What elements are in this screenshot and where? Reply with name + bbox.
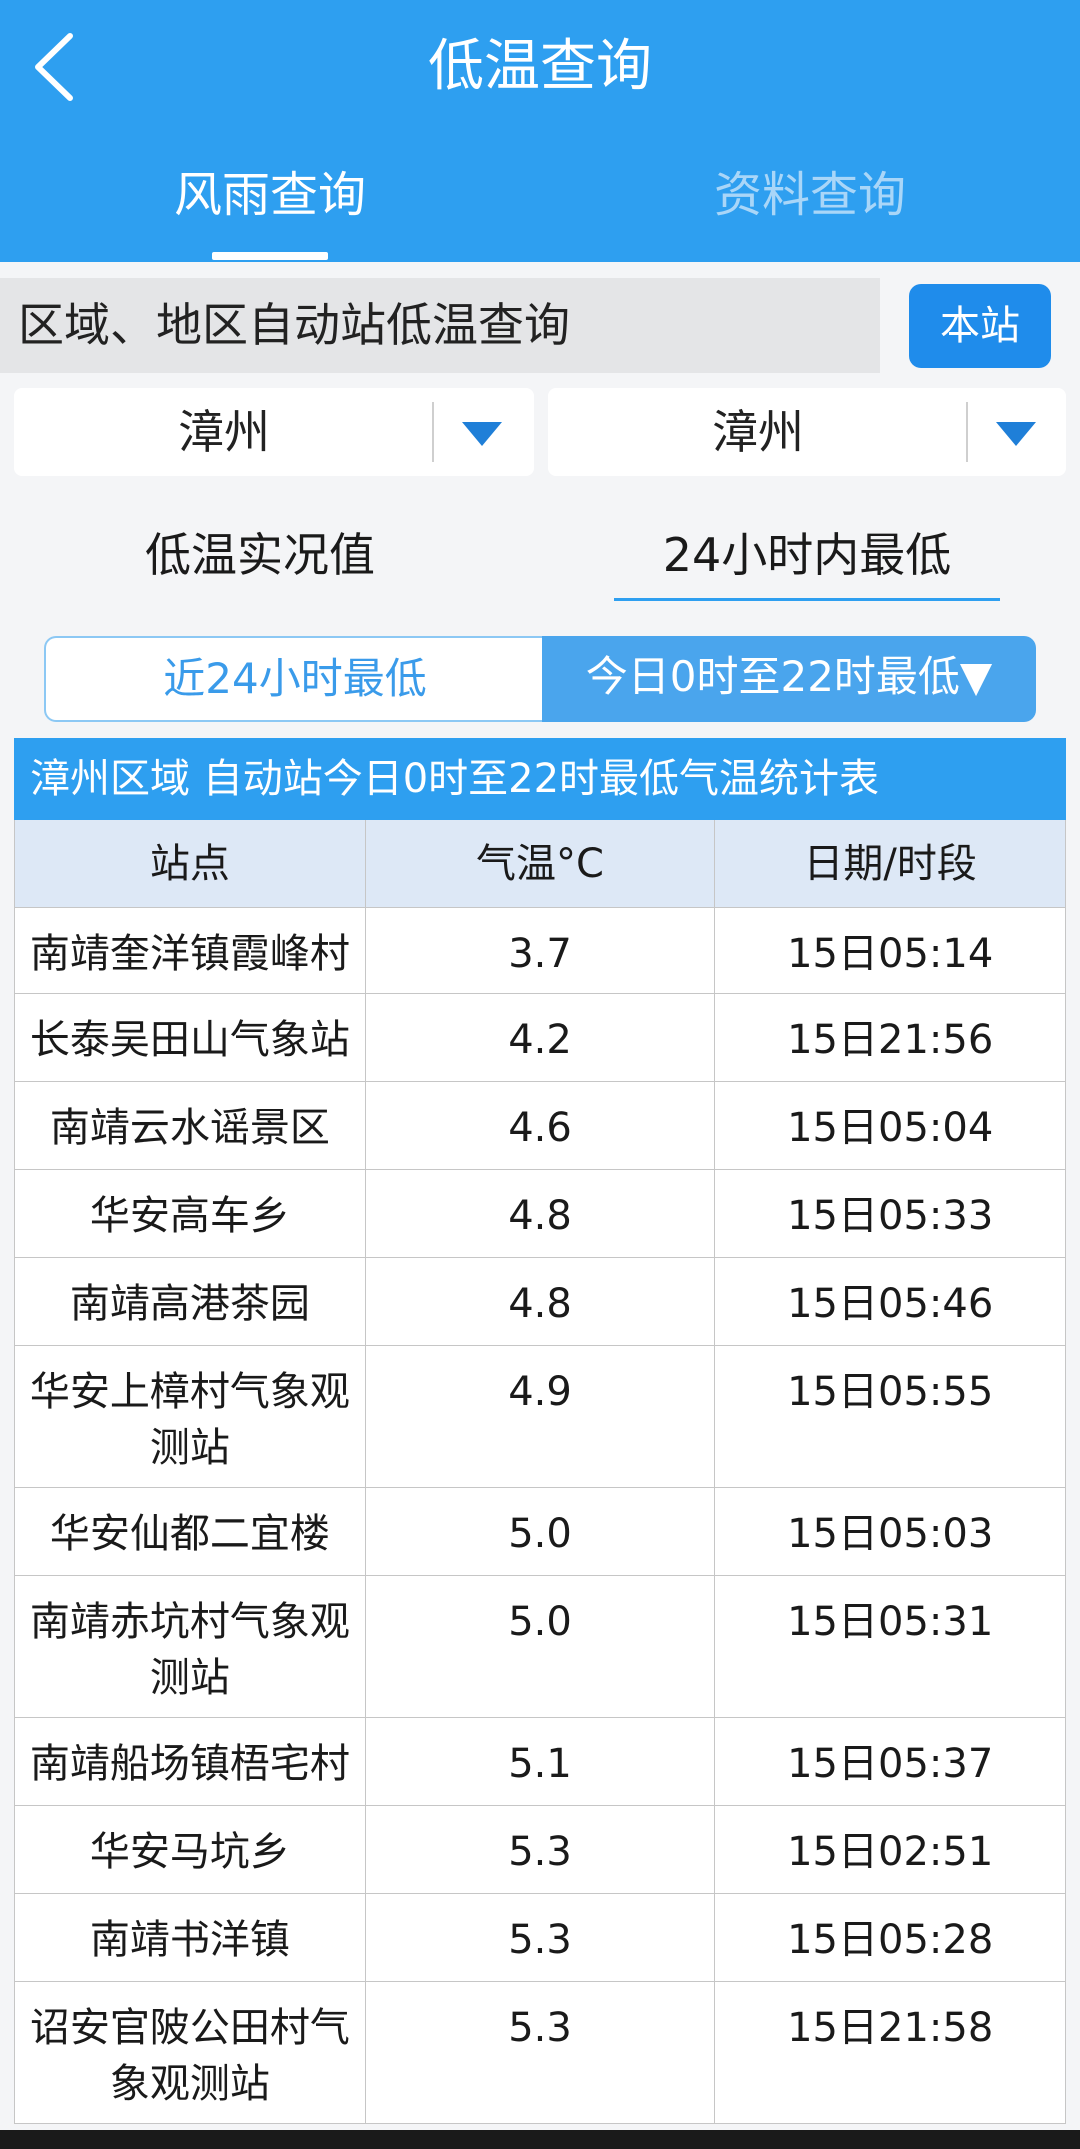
- datetime-cell: 15日05:04: [715, 1082, 1067, 1169]
- temperature-cell: 4.9: [366, 1346, 716, 1487]
- station-cell: 华安上樟村气象观测站: [15, 1346, 366, 1487]
- table-row[interactable]: 南靖奎洋镇霞峰村 3.7 15日05:14: [15, 908, 1067, 994]
- datetime-cell: 15日05:14: [715, 908, 1067, 993]
- temperature-cell: 5.1: [366, 1718, 716, 1805]
- temperature-cell: 4.8: [366, 1258, 716, 1345]
- station-cell: 华安仙都二宜楼: [15, 1488, 366, 1575]
- station-cell: 南靖奎洋镇霞峰村: [15, 908, 366, 993]
- temperature-cell: 4.6: [366, 1082, 716, 1169]
- station-cell: 南靖云水谣景区: [15, 1082, 366, 1169]
- temperature-cell: 5.3: [366, 1894, 716, 1981]
- dropdown-arrow-icon: [996, 422, 1036, 446]
- datetime-cell: 15日05:31: [715, 1576, 1067, 1717]
- temperature-cell: 4.2: [366, 994, 716, 1081]
- temperature-cell: 3.7: [366, 908, 716, 993]
- temperature-cell: 5.0: [366, 1488, 716, 1575]
- table-caption: 漳州区域 自动站今日0时至22时最低气温统计表: [14, 738, 1066, 820]
- station-cell: 诏安官陂公田村气象观测站: [15, 1982, 366, 2123]
- table-body: 南靖奎洋镇霞峰村 3.7 15日05:14 长泰吴田山气象站 4.2 15日21:56 南靖…: [15, 908, 1067, 2124]
- datetime-cell: 15日21:58: [715, 1982, 1067, 2123]
- datetime-cell: 15日05:37: [715, 1718, 1067, 1805]
- station-cell: 南靖赤坑村气象观测站: [15, 1576, 366, 1717]
- table-row[interactable]: 南靖书洋镇 5.3 15日05:28: [15, 1894, 1067, 1982]
- tab-data-query[interactable]: 资料查询: [660, 150, 960, 240]
- temperature-cell: 5.3: [366, 1982, 716, 2123]
- tab-realtime-low[interactable]: 低温实况值: [110, 510, 410, 600]
- station-cell: 南靖高港茶园: [15, 1258, 366, 1345]
- table-row[interactable]: 南靖赤坑村气象观测站 5.0 15日05:31: [15, 1576, 1067, 1718]
- local-station-button[interactable]: 本站: [909, 284, 1051, 368]
- tab-weather-query[interactable]: 风雨查询: [120, 150, 420, 240]
- datetime-cell: 15日05:33: [715, 1170, 1067, 1257]
- region-select-value: 漳州: [178, 405, 270, 459]
- station-cell: 南靖书洋镇: [15, 1894, 366, 1981]
- datetime-cell: 15日02:51: [715, 1806, 1067, 1893]
- table-header-row: 站点 气温°C 日期/时段: [15, 820, 1067, 908]
- datetime-cell: 15日05:28: [715, 1894, 1067, 1981]
- datetime-cell: 15日05:46: [715, 1258, 1067, 1345]
- page-title: 低温查询: [428, 34, 652, 99]
- app-header: 低温查询 风雨查询 资料查询: [0, 0, 1080, 262]
- station-cell: 华安马坑乡: [15, 1806, 366, 1893]
- temperature-cell: 5.3: [366, 1806, 716, 1893]
- select-divider: [966, 402, 968, 462]
- table-row[interactable]: 诏安官陂公田村气象观测站 5.3 15日21:58: [15, 1982, 1067, 2124]
- table-row[interactable]: 华安马坑乡 5.3 15日02:51: [15, 1806, 1067, 1894]
- station-cell: 华安高车乡: [15, 1170, 366, 1257]
- query-title-bar: 区域、地区自动站低温查询: [0, 278, 880, 373]
- query-label: 区域、地区自动站低温查询: [18, 298, 570, 352]
- region-select[interactable]: 漳州: [14, 388, 534, 476]
- table-row[interactable]: 南靖船场镇梧宅村 5.1 15日05:37: [15, 1718, 1067, 1806]
- tab-24h-min[interactable]: 24小时内最低: [614, 510, 1000, 600]
- station-cell: 长泰吴田山气象站: [15, 994, 366, 1081]
- select-divider: [432, 402, 434, 462]
- segment-today-0-22-min[interactable]: 今日0时至22时最低▼: [542, 636, 1036, 722]
- system-nav-bar: [0, 2130, 1080, 2149]
- table-row[interactable]: 华安仙都二宜楼 5.0 15日05:03: [15, 1488, 1067, 1576]
- table-row[interactable]: 华安高车乡 4.8 15日05:33: [15, 1170, 1067, 1258]
- table-row[interactable]: 华安上樟村气象观测站 4.9 15日05:55: [15, 1346, 1067, 1488]
- column-header-datetime: 日期/时段: [715, 820, 1067, 907]
- temperature-cell: 4.8: [366, 1170, 716, 1257]
- table-row[interactable]: 南靖云水谣景区 4.6 15日05:04: [15, 1082, 1067, 1170]
- area-select[interactable]: 漳州: [548, 388, 1066, 476]
- low-temp-table: 站点 气温°C 日期/时段 南靖奎洋镇霞峰村 3.7 15日05:14 长泰吴田山气象…: [14, 820, 1067, 2124]
- segment-last-24h-min[interactable]: 近24小时最低: [44, 636, 544, 722]
- dropdown-arrow-icon: [462, 422, 502, 446]
- datetime-cell: 15日21:56: [715, 994, 1067, 1081]
- option-tab-indicator: [614, 598, 1000, 601]
- station-cell: 南靖船场镇梧宅村: [15, 1718, 366, 1805]
- area-select-value: 漳州: [712, 405, 804, 459]
- active-tab-indicator: [212, 252, 328, 260]
- datetime-cell: 15日05:55: [715, 1346, 1067, 1487]
- table-row[interactable]: 长泰吴田山气象站 4.2 15日21:56: [15, 994, 1067, 1082]
- column-header-temperature: 气温°C: [366, 820, 716, 907]
- column-header-station: 站点: [15, 820, 366, 907]
- table-row[interactable]: 南靖高港茶园 4.8 15日05:46: [15, 1258, 1067, 1346]
- datetime-cell: 15日05:03: [715, 1488, 1067, 1575]
- temperature-cell: 5.0: [366, 1576, 716, 1717]
